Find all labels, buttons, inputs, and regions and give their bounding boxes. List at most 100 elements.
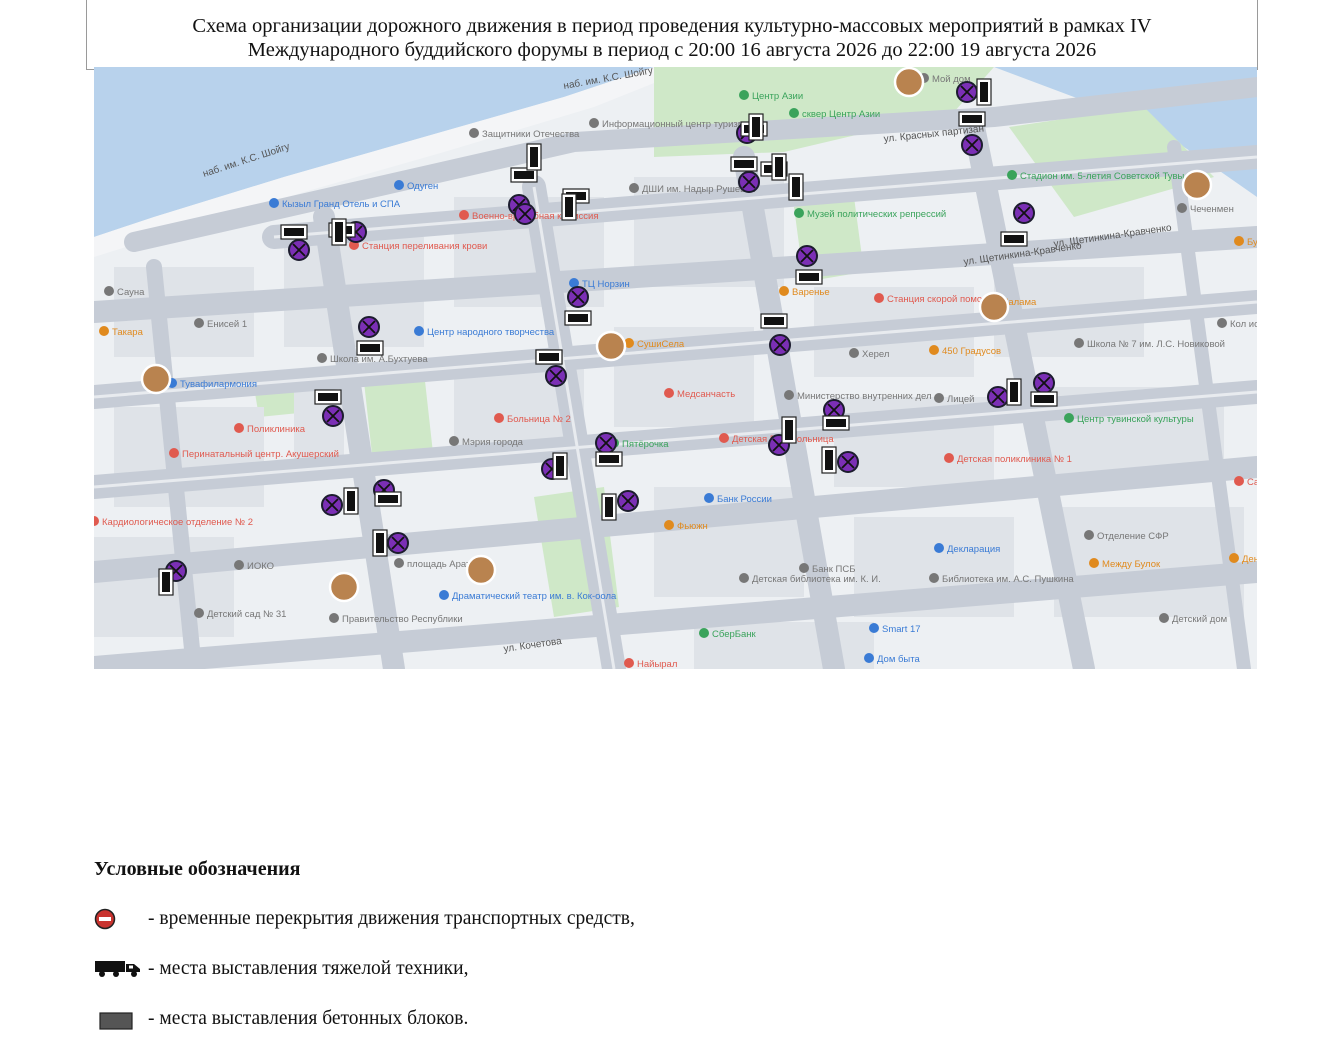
poi-marker[interactable]: Стадион им. 5-летия Советской Тувы <box>1007 170 1185 182</box>
photo-badge-icon[interactable] <box>465 554 497 586</box>
poi-label: Библиотека им. А.С. Пушкина <box>942 574 1074 585</box>
photo-badge-icon[interactable] <box>1181 169 1213 201</box>
road-closure-marker[interactable] <box>961 134 983 156</box>
heavy-vehicle-marker[interactable] <box>976 78 992 106</box>
poi-marker[interactable]: сквер Центр Азии <box>789 108 880 120</box>
poi-label: Херел <box>862 349 889 360</box>
poi-label: Варенье <box>792 287 830 298</box>
poi-marker[interactable]: Библиотека им. А.С. Пушкина <box>929 573 1074 585</box>
poi-label: 450 Градусов <box>942 346 1001 357</box>
heavy-vehicle-marker[interactable] <box>374 491 402 507</box>
heavy-vehicle-marker[interactable] <box>535 349 563 365</box>
road-closure-marker[interactable] <box>796 245 818 267</box>
road-closure-marker[interactable] <box>387 532 409 554</box>
poi-marker[interactable]: Драматический театр им. в. Кок-оола <box>439 590 617 602</box>
poi-marker[interactable]: Детская библиотека им. К. И. <box>739 573 881 585</box>
poi-marker[interactable]: Детский сад № 31 <box>194 608 286 620</box>
photo-badge-icon[interactable] <box>595 330 627 362</box>
heavy-vehicle-marker[interactable] <box>158 568 174 596</box>
road-closure-marker[interactable] <box>321 494 343 516</box>
heavy-vehicle-marker[interactable] <box>821 446 837 474</box>
heavy-vehicle-marker[interactable] <box>526 143 542 171</box>
poi-marker[interactable]: Тувафилармония <box>167 378 257 390</box>
heavy-vehicle-marker[interactable] <box>760 313 788 329</box>
poi-marker[interactable]: площадь Арата <box>394 558 476 570</box>
photo-badge-icon[interactable] <box>328 571 360 603</box>
poi-marker[interactable]: Детская поликлиника № 1 <box>944 453 1072 465</box>
heavy-vehicle-marker[interactable] <box>372 529 388 557</box>
poi-marker[interactable]: Центр тувинской культуры <box>1064 413 1194 425</box>
heavy-vehicle-marker[interactable] <box>314 389 342 405</box>
poi-label: Больница № 2 <box>507 414 571 425</box>
poi-marker[interactable]: Центр народного творчества <box>414 326 555 338</box>
heavy-vehicle-marker[interactable] <box>1000 231 1028 247</box>
road-closure-marker[interactable] <box>358 316 380 338</box>
heavy-vehicle-marker[interactable] <box>561 193 577 221</box>
street-map[interactable]: наб. им. К.С. Шойгу наб. им. К.С. Шойгу … <box>94 67 1257 669</box>
heavy-vehicle-marker[interactable] <box>1006 378 1022 406</box>
heavy-vehicle-marker[interactable] <box>730 156 758 172</box>
poi-label: Декларация <box>947 544 1000 555</box>
poi-label: ИОКО <box>247 561 274 572</box>
heavy-vehicle-marker[interactable] <box>822 415 850 431</box>
poi-marker[interactable]: Школа № 7 им. Л.С. Новиковой <box>1074 338 1225 350</box>
poi-marker[interactable]: Отделение СФР <box>1084 530 1169 542</box>
photo-badge-icon[interactable] <box>978 291 1010 323</box>
poi-dot <box>1229 553 1239 563</box>
road-closure-marker[interactable] <box>1013 202 1035 224</box>
heavy-vehicle-marker[interactable] <box>1030 391 1058 407</box>
poi-label: Центр тувинской культуры <box>1077 414 1194 425</box>
poi-marker[interactable]: ДШИ им. Надыр Рушевой <box>629 183 756 195</box>
poi-marker[interactable]: Информационный центр туризма <box>589 118 750 130</box>
road-closure-marker[interactable] <box>545 365 567 387</box>
heavy-vehicle-marker[interactable] <box>788 173 804 201</box>
heavy-vehicle-marker[interactable] <box>958 111 986 127</box>
heavy-vehicle-marker[interactable] <box>748 113 764 141</box>
poi-marker[interactable]: Музей политических репрессий <box>794 208 946 220</box>
poi-dot <box>1064 413 1074 423</box>
heavy-vehicle-marker[interactable] <box>595 451 623 467</box>
photo-badge-icon[interactable] <box>140 363 172 395</box>
poi-label: Сауна <box>117 287 145 298</box>
heavy-vehicle-marker[interactable] <box>795 269 823 285</box>
road-closure-marker[interactable] <box>617 490 639 512</box>
road-closure-marker[interactable] <box>288 239 310 261</box>
poi-label: Правительство Республики <box>342 614 463 625</box>
poi-dot <box>664 388 674 398</box>
road-closure-marker[interactable] <box>1033 372 1055 394</box>
poi-marker[interactable]: Станция скорой помощи <box>874 293 995 305</box>
heavy-vehicle-marker[interactable] <box>771 153 787 181</box>
poi-marker[interactable]: Станция переливания крови <box>349 240 487 252</box>
road-closure-marker[interactable] <box>987 386 1009 408</box>
road-closure-marker[interactable] <box>567 286 589 308</box>
poi-marker[interactable]: Перинатальный центр. Акушерский <box>169 448 339 460</box>
road-closure-marker[interactable] <box>738 171 760 193</box>
poi-dot <box>624 658 634 668</box>
poi-marker[interactable]: Министерство внутренних дел <box>784 390 932 402</box>
poi-dot <box>799 563 809 573</box>
poi-label: Найырал <box>637 659 677 669</box>
poi-marker[interactable]: Кызыл Гранд Отель и СПА <box>269 198 401 210</box>
poi-marker[interactable]: Защитники Отечества <box>469 128 580 140</box>
truck-icon <box>792 177 800 197</box>
road-closure-marker[interactable] <box>514 203 536 225</box>
heavy-vehicle-marker[interactable] <box>356 340 384 356</box>
heavy-vehicle-marker[interactable] <box>552 452 568 480</box>
road-closure-marker[interactable] <box>956 81 978 103</box>
poi-label: Информационный центр туризма <box>602 119 750 130</box>
heavy-vehicle-marker[interactable] <box>280 224 308 240</box>
road-closure-marker[interactable] <box>769 334 791 356</box>
heavy-vehicle-marker[interactable] <box>331 218 347 246</box>
road-closure-marker[interactable] <box>837 451 859 473</box>
poi-marker[interactable]: Кардиологическое отделение № 2 <box>94 516 253 528</box>
poi-dot <box>869 623 879 633</box>
road-closure-marker[interactable] <box>595 432 617 454</box>
heavy-vehicle-marker[interactable] <box>601 493 617 521</box>
poi-marker[interactable]: Правительство Республики <box>329 613 463 625</box>
heavy-vehicle-marker[interactable] <box>564 310 592 326</box>
heavy-vehicle-marker[interactable] <box>343 487 359 515</box>
heavy-vehicle-marker[interactable] <box>781 416 797 444</box>
photo-badge-icon[interactable] <box>893 67 925 98</box>
road-closure-marker[interactable] <box>322 405 344 427</box>
truck-icon <box>539 353 559 361</box>
